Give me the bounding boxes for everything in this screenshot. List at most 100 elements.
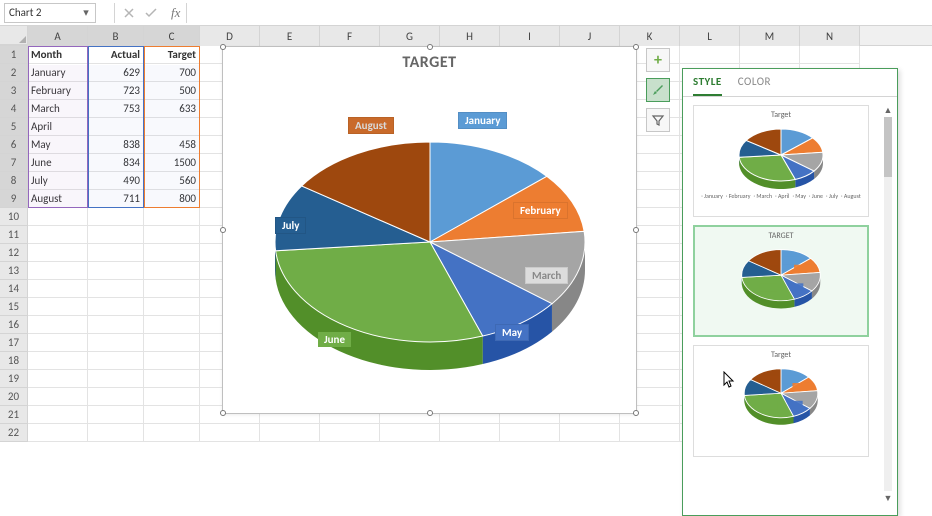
cell[interactable] <box>28 406 88 424</box>
cell[interactable] <box>28 226 88 244</box>
slice-label-march[interactable]: March <box>525 267 568 284</box>
chart-elements-button[interactable]: + <box>646 48 670 72</box>
row-head[interactable]: 19 <box>0 370 28 388</box>
row-head[interactable]: 11 <box>0 226 28 244</box>
cancel-icon[interactable] <box>121 5 137 21</box>
row-head[interactable]: 6 <box>0 136 28 154</box>
cell[interactable] <box>740 46 800 64</box>
slice-label-february[interactable]: February <box>513 202 568 219</box>
col-head-E[interactable]: E <box>260 26 320 46</box>
select-all-corner[interactable] <box>0 26 28 45</box>
row-head[interactable]: 10 <box>0 208 28 226</box>
cell[interactable] <box>28 262 88 280</box>
col-head-N[interactable]: N <box>800 26 860 46</box>
row-head[interactable]: 9 <box>0 190 28 208</box>
cell[interactable] <box>500 424 560 442</box>
cell[interactable] <box>144 424 200 442</box>
chart-title[interactable]: TARGET <box>223 47 636 72</box>
cell[interactable]: 753 <box>88 100 144 118</box>
cell[interactable]: 700 <box>144 64 200 82</box>
scroll-down-icon[interactable]: ▼ <box>881 491 895 505</box>
col-head-C[interactable]: C <box>144 26 200 46</box>
cell[interactable] <box>88 424 144 442</box>
worksheet-grid[interactable]: A B C D E F G H I J K L M N 1MonthActual… <box>0 26 932 506</box>
chart-handle[interactable] <box>427 410 433 416</box>
row-head[interactable]: 7 <box>0 154 28 172</box>
col-head-A[interactable]: A <box>28 26 88 46</box>
cell[interactable] <box>88 226 144 244</box>
pie-chart[interactable]: January February March May June July Aug… <box>223 72 636 408</box>
chart-styles-button[interactable] <box>646 78 670 102</box>
cell[interactable]: 1500 <box>144 154 200 172</box>
cell[interactable] <box>320 424 380 442</box>
cell[interactable] <box>28 298 88 316</box>
cell[interactable]: 500 <box>144 82 200 100</box>
col-head-I[interactable]: I <box>500 26 560 46</box>
cell[interactable] <box>144 226 200 244</box>
row-head[interactable]: 5 <box>0 118 28 136</box>
chart-handle[interactable] <box>427 44 433 50</box>
cell[interactable] <box>144 298 200 316</box>
cell[interactable]: January <box>28 64 88 82</box>
cell[interactable]: 834 <box>88 154 144 172</box>
cell[interactable] <box>88 298 144 316</box>
row-head[interactable]: 13 <box>0 262 28 280</box>
cell[interactable]: August <box>28 190 88 208</box>
cell[interactable] <box>28 244 88 262</box>
name-box-dropdown-icon[interactable]: ▾ <box>81 6 91 19</box>
cell[interactable] <box>144 244 200 262</box>
cell[interactable]: 711 <box>88 190 144 208</box>
chart-handle[interactable] <box>220 410 226 416</box>
col-head-K[interactable]: K <box>620 26 680 46</box>
cell[interactable]: 560 <box>144 172 200 190</box>
row-head[interactable]: 12 <box>0 244 28 262</box>
slice-label-july[interactable]: July <box>275 217 306 234</box>
cell[interactable] <box>260 424 320 442</box>
cell[interactable]: 490 <box>88 172 144 190</box>
cell[interactable]: 633 <box>144 100 200 118</box>
cell[interactable]: April <box>28 118 88 136</box>
row-head[interactable]: 18 <box>0 352 28 370</box>
cell[interactable]: 800 <box>144 190 200 208</box>
cell[interactable] <box>88 406 144 424</box>
cell[interactable] <box>620 424 680 442</box>
cell[interactable] <box>380 424 440 442</box>
chart-handle[interactable] <box>220 44 226 50</box>
row-head[interactable]: 1 <box>0 46 28 64</box>
cell[interactable]: Month <box>28 46 88 64</box>
cell[interactable] <box>800 46 860 64</box>
row-head[interactable]: 17 <box>0 334 28 352</box>
cell[interactable] <box>28 352 88 370</box>
cell[interactable] <box>88 388 144 406</box>
cell[interactable] <box>28 208 88 226</box>
col-head-D[interactable]: D <box>200 26 260 46</box>
cell[interactable]: 838 <box>88 136 144 154</box>
fx-icon[interactable]: fx <box>165 5 180 21</box>
cell[interactable] <box>144 334 200 352</box>
cell[interactable]: June <box>28 154 88 172</box>
cell[interactable] <box>144 352 200 370</box>
row-head[interactable]: 4 <box>0 100 28 118</box>
col-head-B[interactable]: B <box>88 26 144 46</box>
cell[interactable] <box>144 316 200 334</box>
cell[interactable] <box>88 262 144 280</box>
cell[interactable] <box>28 370 88 388</box>
cell[interactable] <box>144 406 200 424</box>
row-head[interactable]: 20 <box>0 388 28 406</box>
formula-input[interactable] <box>187 3 928 23</box>
cell[interactable] <box>144 388 200 406</box>
row-head[interactable]: 2 <box>0 64 28 82</box>
col-head-L[interactable]: L <box>680 26 740 46</box>
tab-color[interactable]: COLOR <box>738 75 771 96</box>
chart-handle[interactable] <box>633 410 639 416</box>
slice-label-august[interactable]: August <box>348 117 394 134</box>
row-head[interactable]: 22 <box>0 424 28 442</box>
row-head[interactable]: 8 <box>0 172 28 190</box>
cell[interactable] <box>88 118 144 136</box>
row-head[interactable]: 16 <box>0 316 28 334</box>
col-head-M[interactable]: M <box>740 26 800 46</box>
enter-icon[interactable] <box>143 5 159 21</box>
cell[interactable] <box>144 280 200 298</box>
col-head-J[interactable]: J <box>560 26 620 46</box>
cell[interactable]: Actual <box>88 46 144 64</box>
